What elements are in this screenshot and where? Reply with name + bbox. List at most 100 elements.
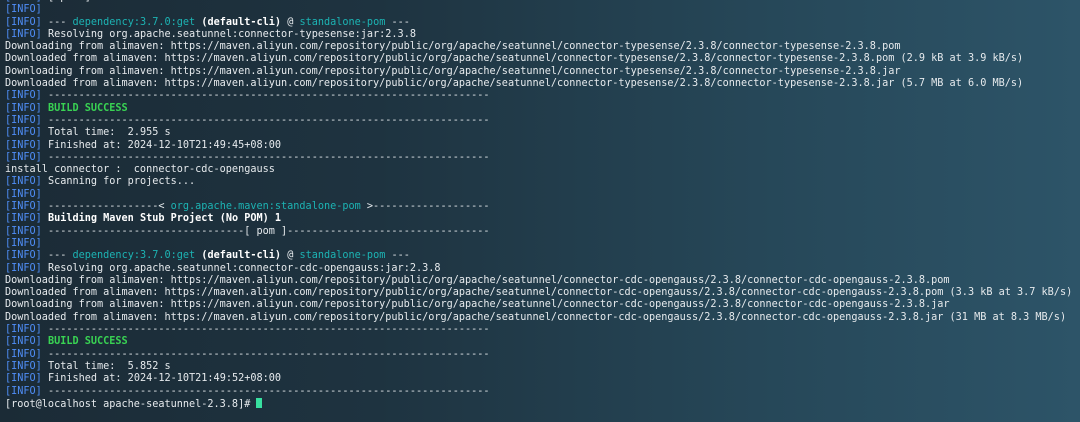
log-level-tag: [INFO] bbox=[5, 262, 42, 274]
terminal-line: Downloading from alimaven: https://maven… bbox=[5, 275, 1080, 287]
terminal-line: [INFO] Finished at: 2024-12-10T21:49:52+… bbox=[5, 373, 1080, 385]
terminal-line: [INFO] ---------------------------------… bbox=[5, 324, 1080, 336]
log-level-tag: [INFO] bbox=[5, 225, 42, 237]
build-status: BUILD SUCCESS bbox=[47, 336, 128, 348]
log-text: Scanning for projects... bbox=[47, 176, 196, 188]
at-sign: @ bbox=[287, 16, 294, 28]
terminal-window[interactable]: [INFO] [ pom ] [INFO] [INFO] --- dependen… bbox=[0, 0, 1080, 422]
terminal-line: [INFO] ---------------------------------… bbox=[5, 90, 1080, 102]
header-left: ------------------< bbox=[47, 201, 171, 213]
terminal-line: [INFO] Resolving org.apache.seatunnel:co… bbox=[5, 29, 1080, 41]
log-level-tag: [INFO] bbox=[5, 139, 42, 151]
shell-prompt: [root@localhost apache-seatunnel-2.3.8]# bbox=[5, 398, 251, 410]
terminal-line: [INFO] ------------------< org.apache.ma… bbox=[5, 201, 1080, 213]
terminal-line: [INFO] ---------------------------------… bbox=[5, 115, 1080, 127]
log-level-tag: [INFO] bbox=[5, 102, 42, 114]
log-text: Downloading from alimaven: https://maven… bbox=[5, 299, 950, 311]
terminal-line: [root@localhost apache-seatunnel-2.3.8]# bbox=[5, 397, 1080, 410]
terminal-line: [INFO] Building Maven Stub Project (No P… bbox=[5, 213, 1080, 225]
build-title: Building Maven Stub Project (No POM) 1 bbox=[47, 213, 282, 225]
log-text: Downloaded from alimaven: https://maven.… bbox=[5, 78, 1024, 90]
terminal-line: [INFO] ---------------------------------… bbox=[5, 349, 1080, 361]
log-level-tag: [INFO] bbox=[5, 201, 42, 213]
log-level-tag: [INFO] bbox=[5, 336, 42, 348]
terminal-line: [INFO] BUILD SUCCESS bbox=[5, 336, 1080, 348]
log-level-tag: [INFO] bbox=[5, 0, 42, 3]
goal-name: (default-cli) bbox=[201, 16, 282, 28]
log-level-tag: [INFO] bbox=[5, 28, 42, 40]
log-level-tag: [INFO] bbox=[5, 151, 42, 163]
log-level-tag: [INFO] bbox=[5, 4, 42, 16]
log-text: Downloading from alimaven: https://maven… bbox=[5, 41, 901, 53]
log-level-tag: [INFO] bbox=[5, 250, 42, 262]
terminal-line: [INFO] Scanning for projects... bbox=[5, 176, 1080, 188]
log-text: ----------------------------------------… bbox=[47, 114, 490, 126]
log-level-tag: [INFO] bbox=[5, 348, 42, 360]
log-text: ----------------------------------------… bbox=[47, 324, 490, 336]
log-text: ----------------------------------------… bbox=[47, 151, 490, 163]
header-right: >------------------- bbox=[360, 201, 490, 213]
log-text: Finished at: 2024-12-10T21:49:52+08:00 bbox=[47, 373, 282, 385]
log-text: Resolving org.apache.seatunnel:connector… bbox=[47, 262, 441, 274]
log-level-tag: [INFO] bbox=[5, 188, 42, 200]
log-text: Downloaded from alimaven: https://maven.… bbox=[5, 287, 1073, 299]
project-coordinates: org.apache.maven:standalone-pom bbox=[170, 201, 361, 213]
terminal-line: Downloaded from alimaven: https://maven.… bbox=[5, 53, 1080, 65]
log-level-tag: [INFO] bbox=[5, 16, 42, 28]
terminal-line: [INFO] Finished at: 2024-12-10T21:49:45+… bbox=[5, 140, 1080, 152]
log-text: [ pom ] bbox=[48, 0, 91, 3]
terminal-line: install connector : connector-cdc-openga… bbox=[5, 164, 1080, 176]
log-text: Downloaded from alimaven: https://maven.… bbox=[5, 53, 1024, 65]
log-level-tag: [INFO] bbox=[5, 360, 42, 372]
log-level-tag: [INFO] bbox=[5, 324, 42, 336]
terminal-line: [INFO] --- dependency:3.7.0:get (default… bbox=[5, 16, 410, 28]
terminal-line: [INFO] --- dependency:3.7.0:get (default… bbox=[5, 250, 410, 262]
log-level-tag: [INFO] bbox=[5, 213, 42, 225]
cursor-block bbox=[256, 397, 263, 408]
plugin-name: dependency:3.7.0:get bbox=[72, 16, 196, 28]
log-level-tag: [INFO] bbox=[5, 385, 42, 397]
log-text: Total time: 2.955 s bbox=[47, 127, 171, 139]
terminal-line: [INFO] Total time: 2.955 s bbox=[5, 127, 1080, 139]
project-name: standalone-pom bbox=[299, 250, 386, 262]
log-text: --------------------------------[ pom ]-… bbox=[47, 225, 490, 237]
log-text: ----------------------------------------… bbox=[47, 348, 490, 360]
log-text: Downloading from alimaven: https://maven… bbox=[5, 274, 950, 286]
log-text: install connector : connector-cdc-openga… bbox=[5, 164, 275, 176]
log-text: Downloading from alimaven: https://maven… bbox=[5, 65, 901, 77]
plugin-name: dependency:3.7.0:get bbox=[72, 250, 196, 262]
log-level-tag: [INFO] bbox=[5, 90, 42, 102]
terminal-line: [INFO] BUILD SUCCESS bbox=[5, 103, 1080, 115]
log-level-tag: [INFO] bbox=[5, 127, 42, 139]
terminal-line: [INFO] --------------------------------[… bbox=[5, 226, 1080, 238]
terminal-line: Downloading from alimaven: https://maven… bbox=[5, 299, 1080, 311]
terminal-line: [INFO] ---------------------------------… bbox=[5, 152, 1080, 164]
log-level-tag: [INFO] bbox=[5, 373, 42, 385]
log-text: ----------------------------------------… bbox=[47, 90, 490, 102]
terminal-line: Downloaded from alimaven: https://maven.… bbox=[5, 312, 1080, 324]
terminal-line: Downloading from alimaven: https://maven… bbox=[5, 66, 1080, 78]
terminal-output: [INFO] [ pom ] [INFO] [INFO] --- dependen… bbox=[5, 0, 1080, 410]
project-name: standalone-pom bbox=[299, 16, 386, 28]
log-level-tag: [INFO] bbox=[5, 114, 42, 126]
terminal-line: [INFO] bbox=[5, 189, 1080, 201]
log-level-tag: [INFO] bbox=[5, 237, 42, 249]
log-text: Resolving org.apache.seatunnel:connector… bbox=[47, 28, 416, 40]
goal-name: (default-cli) bbox=[201, 250, 282, 262]
log-level-tag: [INFO] bbox=[5, 176, 42, 188]
log-text: Total time: 5.852 s bbox=[47, 360, 171, 372]
build-status: BUILD SUCCESS bbox=[47, 102, 128, 114]
log-text: Finished at: 2024-12-10T21:49:45+08:00 bbox=[47, 139, 282, 151]
terminal-line: [INFO] Resolving org.apache.seatunnel:co… bbox=[5, 263, 1080, 275]
terminal-line: [INFO] ---------------------------------… bbox=[5, 386, 1080, 398]
terminal-line: Downloading from alimaven: https://maven… bbox=[5, 41, 1080, 53]
log-text: ----------------------------------------… bbox=[47, 385, 490, 397]
terminal-line: [INFO] Total time: 5.852 s bbox=[5, 361, 1080, 373]
separator: --- bbox=[391, 250, 410, 262]
terminal-line: [INFO] bbox=[5, 4, 1080, 16]
at-sign: @ bbox=[287, 250, 294, 262]
terminal-line: Downloaded from alimaven: https://maven.… bbox=[5, 78, 1080, 90]
terminal-line: [INFO] bbox=[5, 238, 1080, 250]
separator: --- bbox=[391, 16, 410, 28]
terminal-line: Downloaded from alimaven: https://maven.… bbox=[5, 287, 1080, 299]
